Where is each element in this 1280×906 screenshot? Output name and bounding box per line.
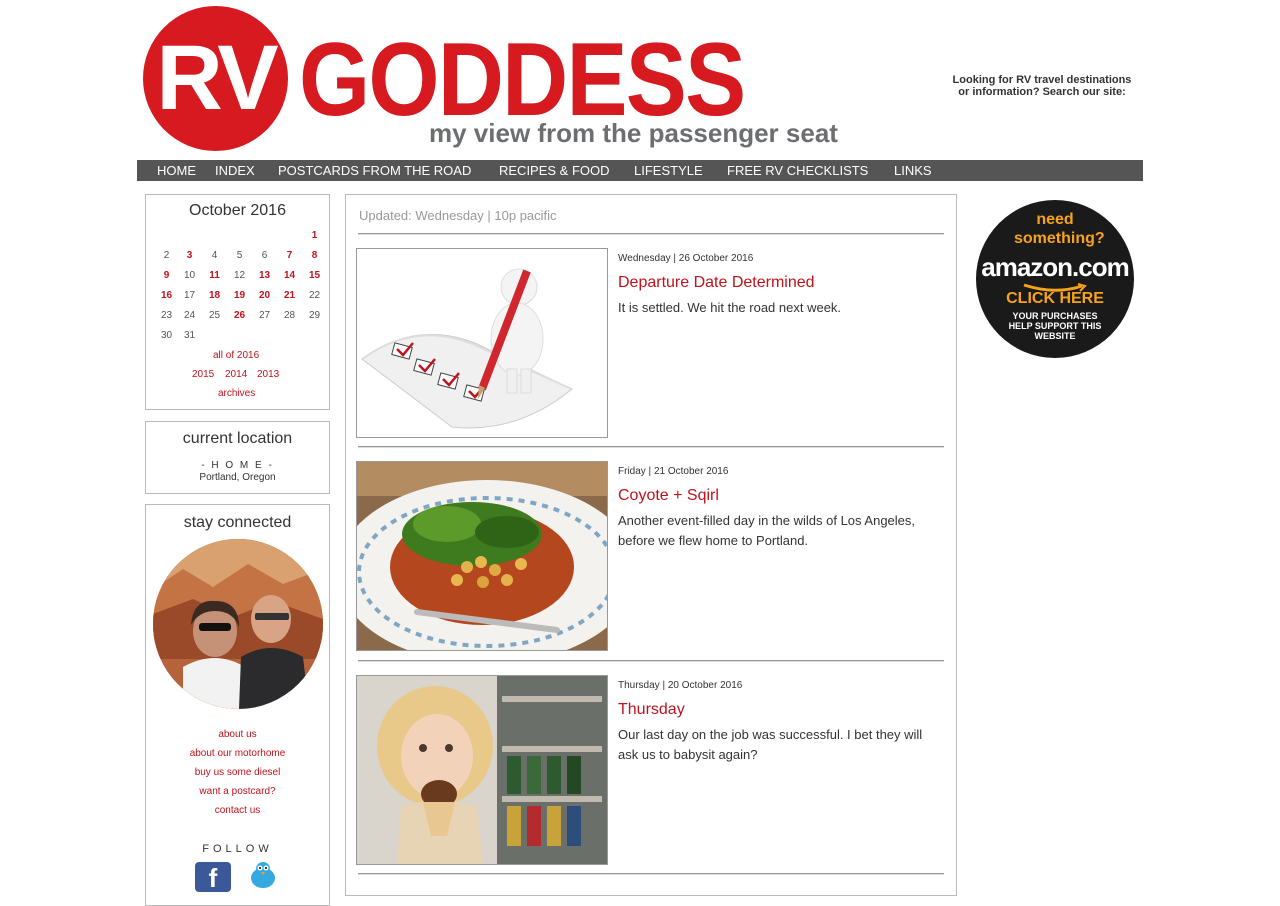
- calendar-day: 12: [233, 270, 246, 281]
- calendar-year-2014[interactable]: 2014: [225, 369, 247, 380]
- post-date: Thursday | 20 October 2016: [618, 680, 743, 691]
- calendar-day: 29: [308, 310, 321, 321]
- nav-home[interactable]: HOME: [157, 160, 196, 181]
- avatar: [153, 539, 323, 709]
- calendar-year-2015[interactable]: 2015: [192, 369, 214, 380]
- amazon-ad[interactable]: need something? amazon.com CLICK HERE YO…: [976, 200, 1134, 358]
- search-note-line1: Looking for RV travel destinations: [952, 74, 1132, 86]
- calendar-day: 2: [163, 250, 170, 261]
- post-date: Friday | 21 October 2016: [618, 466, 729, 477]
- divider: [358, 233, 944, 235]
- calendar-day: 30: [160, 330, 173, 341]
- amazon-logo-text: amazon.com: [981, 252, 1130, 282]
- calendar-day: 27: [258, 310, 271, 321]
- logo-goddess-text[interactable]: GODDESS: [299, 28, 746, 132]
- search-note: Looking for RV travel destinations or in…: [947, 74, 1137, 98]
- link-buy-diesel[interactable]: buy us some diesel: [146, 767, 329, 778]
- calendar-day[interactable]: 8: [302, 250, 327, 261]
- calendar-day[interactable]: 16: [154, 290, 179, 301]
- site-header: RV GODDESS my view from the passenger se…: [137, 0, 1143, 160]
- post-title[interactable]: Departure Date Determined: [618, 274, 815, 292]
- calendar-day: 5: [236, 250, 243, 261]
- calendar-day: 22: [308, 290, 321, 301]
- twitter-bird-icon[interactable]: [248, 860, 278, 890]
- calendar-year-2013[interactable]: 2013: [257, 369, 279, 380]
- amazon-need-text: need something?: [1014, 211, 1105, 247]
- calendar-day[interactable]: 26: [227, 310, 252, 321]
- calendar-day[interactable]: 11: [202, 270, 227, 281]
- search-note-line2: or information? Search our site:: [958, 86, 1126, 98]
- location-home: - H O M E -: [201, 460, 274, 471]
- facebook-icon[interactable]: f: [195, 862, 231, 893]
- calendar-day[interactable]: 1: [302, 230, 327, 241]
- nav-links[interactable]: LINKS: [894, 160, 932, 181]
- calendar-day: 6: [261, 250, 268, 261]
- location-panel: current location - H O M E - Portland, O…: [145, 421, 330, 494]
- calendar-title: October 2016: [189, 202, 286, 219]
- post-title[interactable]: Thursday: [618, 701, 685, 719]
- post-image-child[interactable]: [356, 675, 608, 865]
- amazon-support-text: YOUR PURCHASES HELP SUPPORT THIS WEBSITE: [1008, 311, 1102, 341]
- calendar-day: 31: [183, 330, 196, 341]
- calendar-day: 24: [183, 310, 196, 321]
- divider: [358, 873, 944, 875]
- divider: [358, 446, 944, 448]
- calendar-day: 23: [160, 310, 173, 321]
- post-title[interactable]: Coyote + Sqirl: [618, 487, 719, 505]
- post-image-checklist[interactable]: [356, 248, 608, 438]
- follow-label: FOLLOW: [202, 843, 273, 855]
- updated-text: Updated: Wednesday | 10p pacific: [359, 208, 557, 223]
- nav-recipes[interactable]: RECIPES & FOOD: [499, 160, 610, 181]
- link-contact-us[interactable]: contact us: [146, 805, 329, 816]
- site-tagline: my view from the passenger seat: [429, 118, 838, 148]
- main-content: Updated: Wednesday | 10p pacific Wednesd…: [345, 194, 957, 896]
- calendar-day[interactable]: 14: [277, 270, 302, 281]
- nav-lifestyle[interactable]: LIFESTYLE: [634, 160, 703, 181]
- link-about-us[interactable]: about us: [146, 729, 329, 740]
- calendar-day: 25: [208, 310, 221, 321]
- nav-postcards[interactable]: POSTCARDS FROM THE ROAD: [278, 160, 471, 181]
- calendar-day[interactable]: 20: [252, 290, 277, 301]
- calendar-all-year[interactable]: all of 2016: [213, 350, 259, 361]
- location-title: current location: [182, 430, 293, 447]
- calendar-day[interactable]: 13: [252, 270, 277, 281]
- calendar-day[interactable]: 19: [227, 290, 252, 301]
- post-excerpt: It is settled. We hit the road next week…: [618, 300, 842, 315]
- location-city: Portland, Oregon: [199, 472, 276, 483]
- calendar-day: 17: [183, 290, 196, 301]
- nav-index[interactable]: INDEX: [215, 160, 255, 181]
- calendar-day: 10: [183, 270, 196, 281]
- calendar-day: 28: [283, 310, 296, 321]
- calendar-day[interactable]: 3: [177, 250, 202, 261]
- post-excerpt: Our last day on the job was successful. …: [618, 727, 923, 762]
- link-want-postcard[interactable]: want a postcard?: [146, 786, 329, 797]
- post-excerpt: Another event-filled day in the wilds of…: [618, 513, 916, 548]
- calendar-panel: October 2016 1 2 3 4 5 6 7 8 9 10 11 12 13 14 15 16 17 18…: [145, 194, 330, 410]
- link-about-motorhome[interactable]: about our motorhome: [146, 748, 329, 759]
- divider: [358, 660, 944, 662]
- post-date: Wednesday | 26 October 2016: [618, 253, 754, 264]
- post-image-food[interactable]: [356, 461, 608, 651]
- calendar-day[interactable]: 15: [302, 270, 327, 281]
- calendar-day[interactable]: 7: [277, 250, 302, 261]
- stay-connected-title: stay connected: [183, 514, 292, 531]
- main-nav: HOME INDEX POSTCARDS FROM THE ROAD RECIP…: [137, 160, 1143, 181]
- logo-rv-text[interactable]: RV: [143, 6, 288, 151]
- calendar-day: 4: [211, 250, 218, 261]
- calendar-archives[interactable]: archives: [218, 388, 255, 399]
- calendar-day[interactable]: 21: [277, 290, 302, 301]
- amazon-click-here: CLICK HERE: [1006, 290, 1104, 307]
- calendar-day[interactable]: 9: [154, 270, 179, 281]
- stay-connected-panel: stay connected about us about our motorh…: [145, 504, 330, 906]
- nav-checklists[interactable]: FREE RV CHECKLISTS: [727, 160, 868, 181]
- calendar-day[interactable]: 18: [202, 290, 227, 301]
